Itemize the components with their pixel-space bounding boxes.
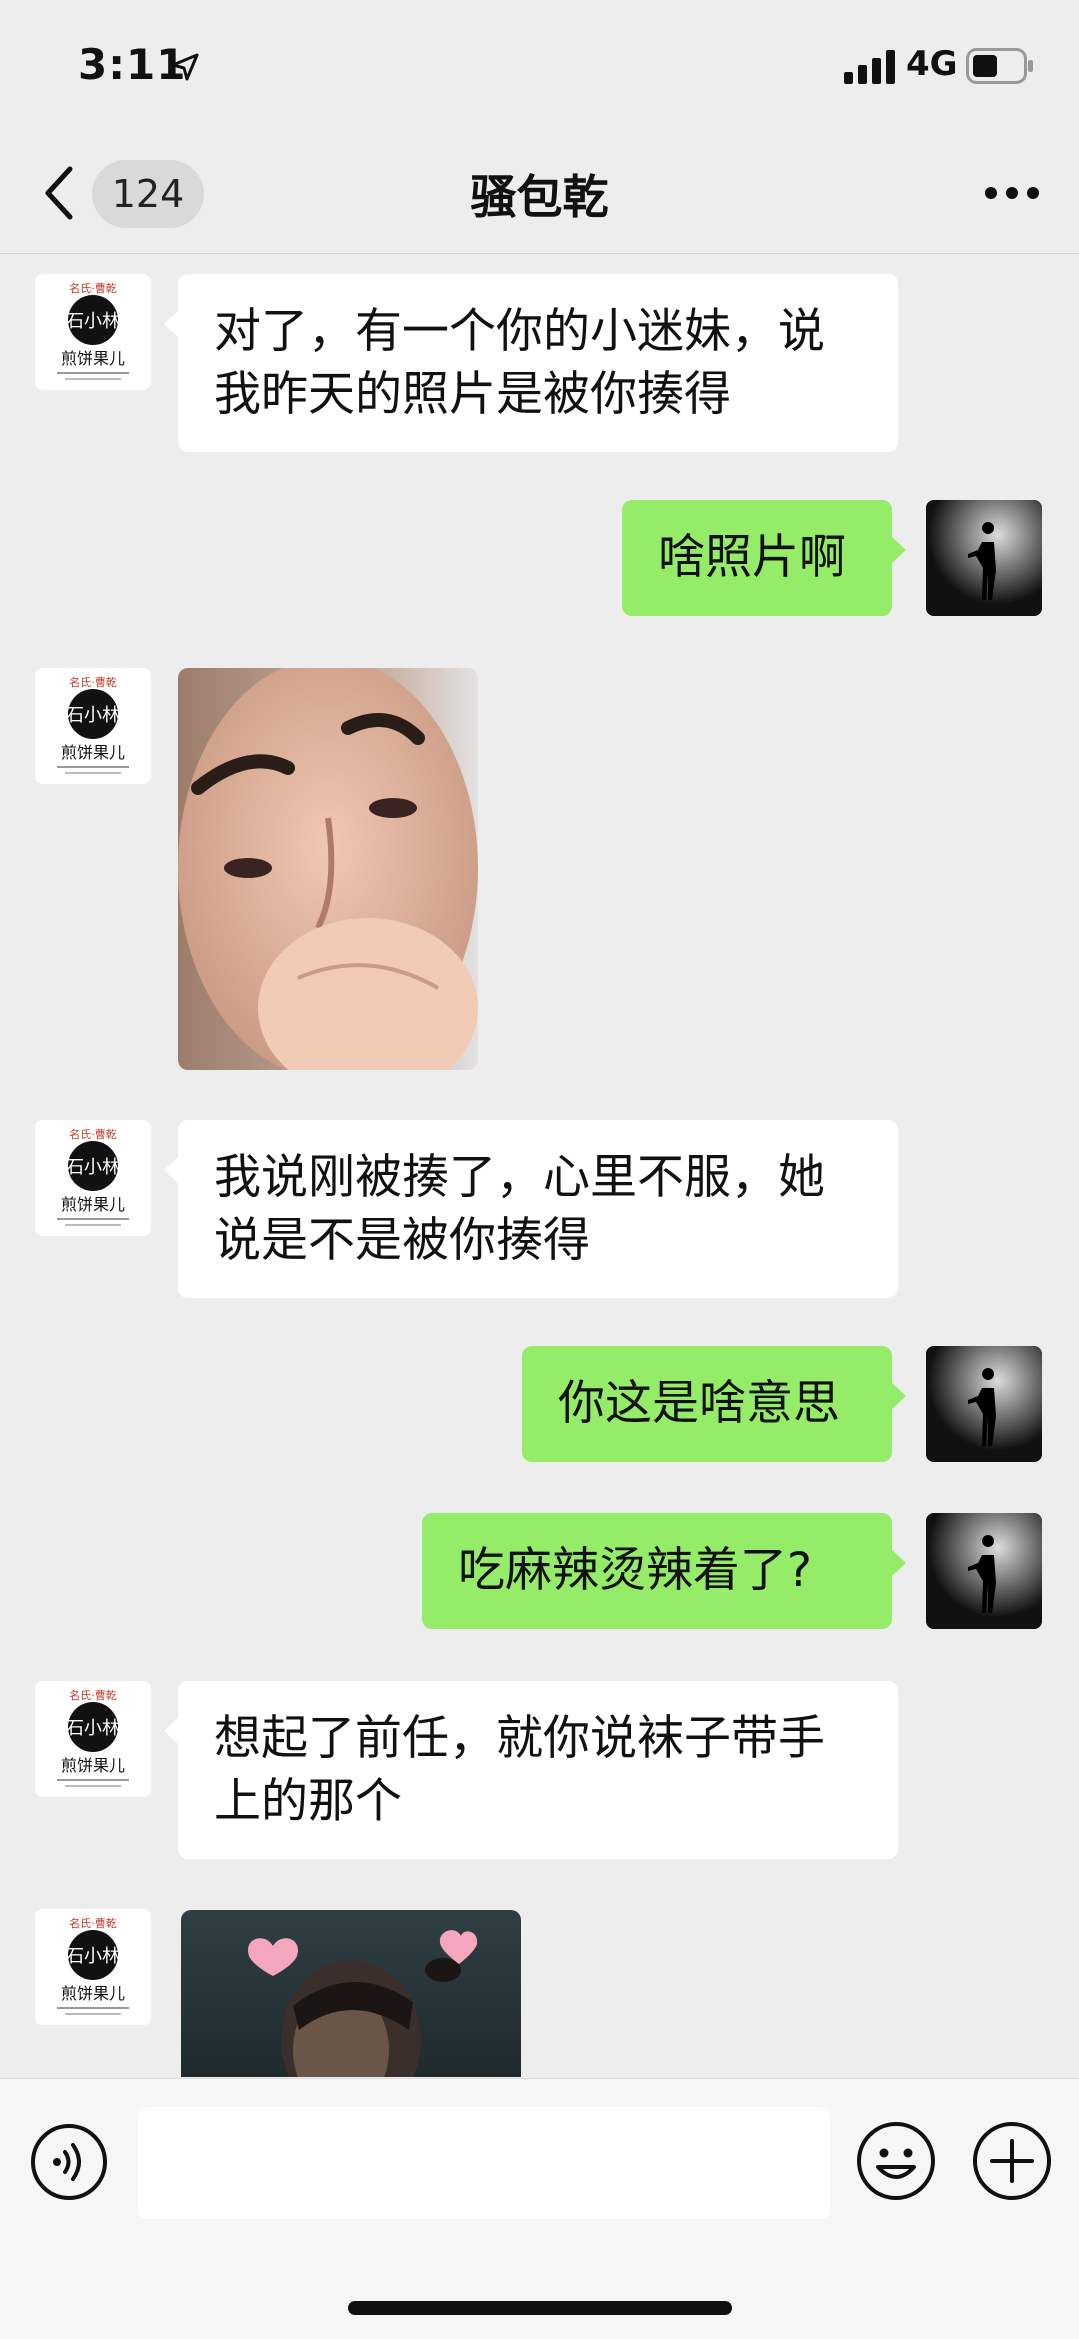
sticker-image[interactable] <box>181 1910 521 2077</box>
incoming-message[interactable]: 想起了前任，就你说袜子带手上的那个 <box>164 1681 898 1859</box>
status-bar: 3:11 4G <box>0 0 1079 135</box>
svg-text:石小林: 石小林 <box>66 1946 120 1967</box>
outgoing-message[interactable]: 吃麻辣烫辣着了? <box>422 1513 906 1629</box>
stage-silhouette-icon <box>926 500 1042 616</box>
svg-text:煎饼果儿: 煎饼果儿 <box>61 1195 125 1214</box>
svg-text:煎饼果儿: 煎饼果儿 <box>61 743 125 762</box>
selfie-photo-icon <box>178 668 478 1070</box>
svg-text:名氏·曹乾: 名氏·曹乾 <box>69 281 117 295</box>
battery-icon <box>966 48 1033 84</box>
home-indicator <box>348 2301 732 2315</box>
contact-avatar[interactable]: 名氏·曹乾 石小林 煎饼果儿 <box>35 668 151 784</box>
message-text: 吃麻辣烫辣着了? <box>458 1543 812 1598</box>
plus-icon[interactable] <box>972 2121 1052 2201</box>
more-options-icon[interactable] <box>983 185 1041 201</box>
svg-text:石小林: 石小林 <box>66 1718 120 1739</box>
chat-title: 骚包乾 <box>470 170 609 224</box>
emoji-icon[interactable] <box>856 2121 936 2201</box>
message-text: 我说刚被揍了，心里不服，她说是不是被你揍得 <box>214 1150 825 1268</box>
brand-logo-icon: 名氏·曹乾 石小林 煎饼果儿 <box>35 274 151 390</box>
contact-avatar[interactable]: 名氏·曹乾 石小林 煎饼果儿 <box>35 1909 151 2025</box>
network-type: 4G <box>906 44 958 84</box>
brand-logo-icon: 名氏·曹乾 石小林 煎饼果儿 <box>35 1120 151 1236</box>
brand-logo-icon: 名氏·曹乾 石小林 煎饼果儿 <box>35 1909 151 2025</box>
brand-logo-icon: 名氏·曹乾 石小林 煎饼果儿 <box>35 1681 151 1797</box>
svg-text:石小林: 石小林 <box>66 705 120 726</box>
svg-text:煎饼果儿: 煎饼果儿 <box>61 349 125 368</box>
svg-text:煎饼果儿: 煎饼果儿 <box>61 1756 125 1775</box>
sticker-hearts-icon <box>181 1910 521 2077</box>
message-text: 对了，有一个你的小迷妹，说我昨天的照片是被你揍得 <box>214 304 825 422</box>
incoming-message[interactable]: 对了，有一个你的小迷妹，说我昨天的照片是被你揍得 <box>164 274 898 452</box>
svg-text:石小林: 石小林 <box>66 311 120 332</box>
contact-avatar[interactable]: 名氏·曹乾 石小林 煎饼果儿 <box>35 1681 151 1797</box>
incoming-message[interactable]: 我说刚被揍了，心里不服，她说是不是被你揍得 <box>164 1120 898 1298</box>
outgoing-message[interactable]: 你这是啥意思 <box>522 1346 906 1462</box>
message-list[interactable]: 名氏·曹乾 石小林 煎饼果儿 对了，有一个你的小迷妹，说我昨天的照片是被你揍得 … <box>0 254 1079 2077</box>
message-text: 啥照片啊 <box>658 530 846 585</box>
outgoing-message[interactable]: 啥照片啊 <box>622 500 906 616</box>
my-avatar[interactable] <box>926 1513 1042 1629</box>
message-input[interactable] <box>138 2107 830 2219</box>
voice-icon[interactable] <box>30 2123 108 2201</box>
message-text: 你这是啥意思 <box>558 1376 840 1431</box>
my-avatar[interactable] <box>926 1346 1042 1462</box>
chat-header: 124 骚包乾 <box>0 135 1079 254</box>
stage-silhouette-icon <box>926 1513 1042 1629</box>
svg-text:煎饼果儿: 煎饼果儿 <box>61 1984 125 2003</box>
selfie-photo[interactable] <box>178 668 478 1070</box>
brand-logo-icon: 名氏·曹乾 石小林 煎饼果儿 <box>35 668 151 784</box>
contact-avatar[interactable]: 名氏·曹乾 石小林 煎饼果儿 <box>35 1120 151 1236</box>
stage-silhouette-icon <box>926 1346 1042 1462</box>
svg-text:名氏·曹乾: 名氏·曹乾 <box>69 1916 117 1930</box>
location-arrow-icon <box>171 53 199 81</box>
contact-avatar[interactable]: 名氏·曹乾 石小林 煎饼果儿 <box>35 274 151 390</box>
signal-icon <box>844 50 895 84</box>
message-text: 想起了前任，就你说袜子带手上的那个 <box>214 1711 825 1829</box>
input-bar <box>0 2078 1079 2339</box>
svg-text:名氏·曹乾: 名氏·曹乾 <box>69 1688 117 1702</box>
my-avatar[interactable] <box>926 500 1042 616</box>
svg-text:名氏·曹乾: 名氏·曹乾 <box>69 1127 117 1141</box>
svg-text:石小林: 石小林 <box>66 1157 120 1178</box>
svg-text:名氏·曹乾: 名氏·曹乾 <box>69 675 117 689</box>
